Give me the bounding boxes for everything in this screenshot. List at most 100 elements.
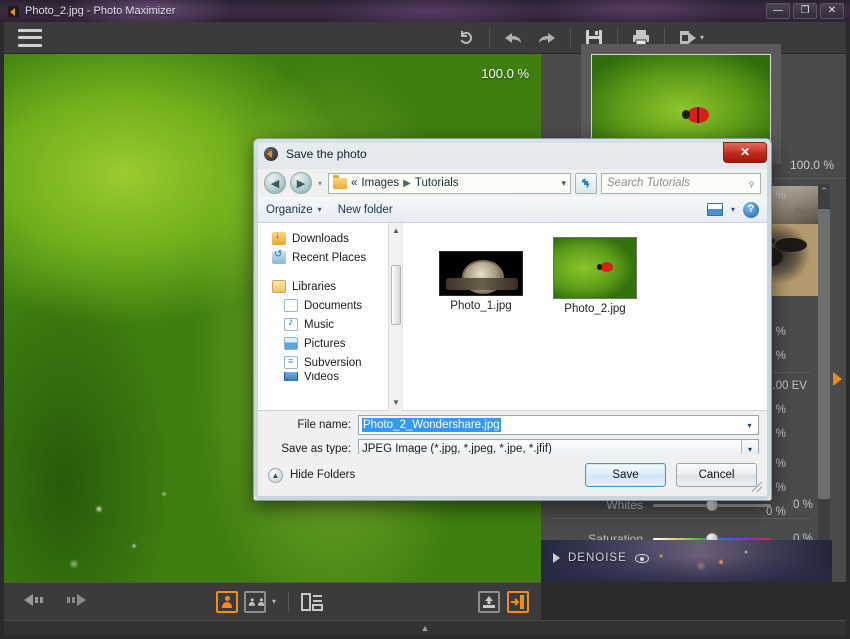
app-footer-bar[interactable]: ▲ (4, 620, 846, 635)
tree-item-pictures[interactable]: Pictures (258, 334, 402, 353)
compare-split-icon[interactable] (301, 592, 324, 612)
dialog-navbar: ◀ ▶ ▾ « Images ▶ Tutorials ▾ Search Tuto… (258, 169, 767, 197)
list-item[interactable]: Photo_1.jpg (425, 251, 537, 312)
main-toolbar: ▾ (4, 22, 846, 54)
cancel-button[interactable]: Cancel (676, 463, 757, 487)
panel-scroll-thumb[interactable] (818, 209, 830, 499)
hidden-value-2: 0 % (766, 350, 786, 362)
dialog-fields: File name: Photo_2_Wondershare.jpg ▾ Sav… (258, 411, 767, 459)
photo-maximizer-icon (264, 147, 278, 161)
denoise-header[interactable]: DENOISE (553, 552, 649, 564)
dual-portrait-icon[interactable] (244, 590, 266, 613)
slider-value-whites: 0 % (793, 499, 813, 511)
hidden-value-1: 0 % (766, 326, 786, 338)
window-controls: — ❐ ✕ (766, 3, 844, 19)
dual-view-caret-icon[interactable]: ▾ (272, 597, 276, 606)
close-button[interactable]: ✕ (820, 3, 844, 19)
hide-folders-button[interactable]: ▲ Hide Folders (268, 467, 355, 483)
tree-scroll-thumb[interactable] (391, 265, 401, 325)
save-button[interactable]: Save (585, 463, 666, 487)
help-question-icon[interactable]: ? (743, 201, 759, 218)
downloads-folder-icon (272, 230, 286, 245)
minimize-button[interactable]: — (766, 3, 790, 19)
address-bar[interactable]: « Images ▶ Tutorials ▾ (328, 172, 571, 194)
search-icon[interactable]: ⌕ (744, 175, 759, 190)
breadcrumb-overflow[interactable]: « (351, 177, 357, 189)
back-button[interactable]: ◀ (264, 172, 286, 194)
view-caret-icon[interactable]: ▾ (731, 205, 735, 214)
organize-caret-icon[interactable]: ▾ (318, 205, 322, 214)
expand-panel-caret-icon[interactable]: ▲ (421, 623, 430, 633)
tree-scroll-down-icon[interactable]: ▼ (389, 395, 403, 411)
file-list[interactable]: Photo_1.jpg Photo_2.jpg (403, 223, 767, 410)
dialog-close-button[interactable]: ✕ (723, 142, 767, 163)
hidden-value-3: 0.00 EV (766, 380, 807, 392)
forward-button[interactable]: ▶ (290, 172, 312, 194)
panel-expand-triangle-icon[interactable] (833, 372, 842, 386)
single-portrait-icon[interactable] (216, 590, 238, 613)
filename-dropdown-caret-icon[interactable]: ▾ (741, 416, 758, 434)
reset-arrow-icon[interactable] (450, 24, 482, 52)
upload-icon[interactable] (478, 590, 500, 613)
export-tools (478, 590, 529, 613)
dialog-resize-grip[interactable] (752, 482, 762, 492)
triangle-right-icon[interactable] (553, 553, 560, 563)
floppy-save-icon[interactable] (578, 24, 610, 52)
tree-label-subversion: Subversion (304, 356, 362, 369)
dialog-titlebar: Save the photo ✕ (254, 139, 771, 169)
arrow-left-icon[interactable] (24, 592, 50, 612)
hamburger-menu-icon[interactable] (18, 28, 42, 47)
address-caret-icon[interactable]: ▾ (561, 178, 566, 189)
tree-label-music: Music (304, 318, 335, 331)
export-door-icon[interactable] (507, 590, 529, 613)
breadcrumb-images[interactable]: Images (361, 177, 399, 189)
collapse-up-icon[interactable]: ▲ (268, 467, 283, 483)
tree-item-libraries[interactable]: Libraries (258, 277, 402, 296)
tree-scroll-up-icon[interactable]: ▲ (389, 223, 403, 239)
watch-photo-thumbnail[interactable] (439, 251, 523, 296)
toolbar-separator (569, 27, 571, 48)
refresh-icon[interactable] (575, 172, 597, 194)
tree-scrollbar[interactable]: ▲ ▼ (388, 223, 402, 411)
toolbar-separator (663, 27, 665, 48)
new-folder-button[interactable]: New folder (338, 204, 393, 216)
view-layout-icon[interactable] (706, 203, 723, 216)
undo-arrow-icon[interactable] (497, 24, 529, 52)
dialog-body: Downloads Recent Places Libraries Docume… (258, 223, 767, 411)
tree-item-music[interactable]: Music (258, 315, 402, 334)
videos-icon (284, 372, 298, 381)
folder-tree[interactable]: Downloads Recent Places Libraries Docume… (258, 223, 403, 411)
filename-input[interactable]: Photo_2_Wondershare.jpg ▾ (358, 415, 759, 435)
filename-label: File name: (297, 419, 351, 431)
breadcrumb-tutorials[interactable]: Tutorials (415, 177, 459, 189)
list-item[interactable]: Photo_2.jpg (539, 237, 651, 315)
hidden-value-5: 0 % (766, 428, 786, 440)
history-caret-icon[interactable]: ▾ (318, 179, 322, 188)
panel-scrollbar[interactable]: ⌃ ⌄ (818, 184, 830, 582)
tree-item-downloads[interactable]: Downloads (258, 229, 402, 248)
tree-item-subversion[interactable]: Subversion (258, 353, 402, 372)
slider-track-whites[interactable] (653, 498, 771, 512)
toolbar-separator (488, 27, 490, 48)
redo-arrow-icon[interactable] (531, 24, 563, 52)
denoise-section[interactable]: DENOISE (541, 540, 832, 582)
file-label-photo-1: Photo_1.jpg (450, 300, 512, 312)
printer-icon[interactable] (625, 24, 657, 52)
share-caret-icon[interactable]: ▾ (700, 33, 704, 42)
organize-menu[interactable]: Organize ▾ (266, 204, 322, 216)
panel-scroll-up-icon[interactable]: ⌃ (818, 184, 830, 198)
arrow-right-icon[interactable] (60, 592, 86, 612)
tree-item-recent-places[interactable]: Recent Places (258, 248, 402, 267)
libraries-icon (272, 280, 286, 293)
canvas-zoom-label: 100.0 % (481, 66, 529, 81)
tree-label-downloads: Downloads (292, 232, 349, 245)
breadcrumb-separator-icon[interactable]: ▶ (403, 178, 411, 189)
tree-item-videos[interactable]: Videos (258, 372, 402, 381)
search-input[interactable]: Search Tutorials ⌕ (601, 172, 761, 194)
tree-item-documents[interactable]: Documents (258, 296, 402, 315)
view-mode-tools: ▾ (216, 590, 324, 613)
folder-icon (333, 174, 348, 189)
maximize-button[interactable]: ❐ (793, 3, 817, 19)
eye-visibility-icon[interactable] (634, 553, 649, 563)
ladybug-leaf-thumbnail[interactable] (553, 237, 637, 299)
